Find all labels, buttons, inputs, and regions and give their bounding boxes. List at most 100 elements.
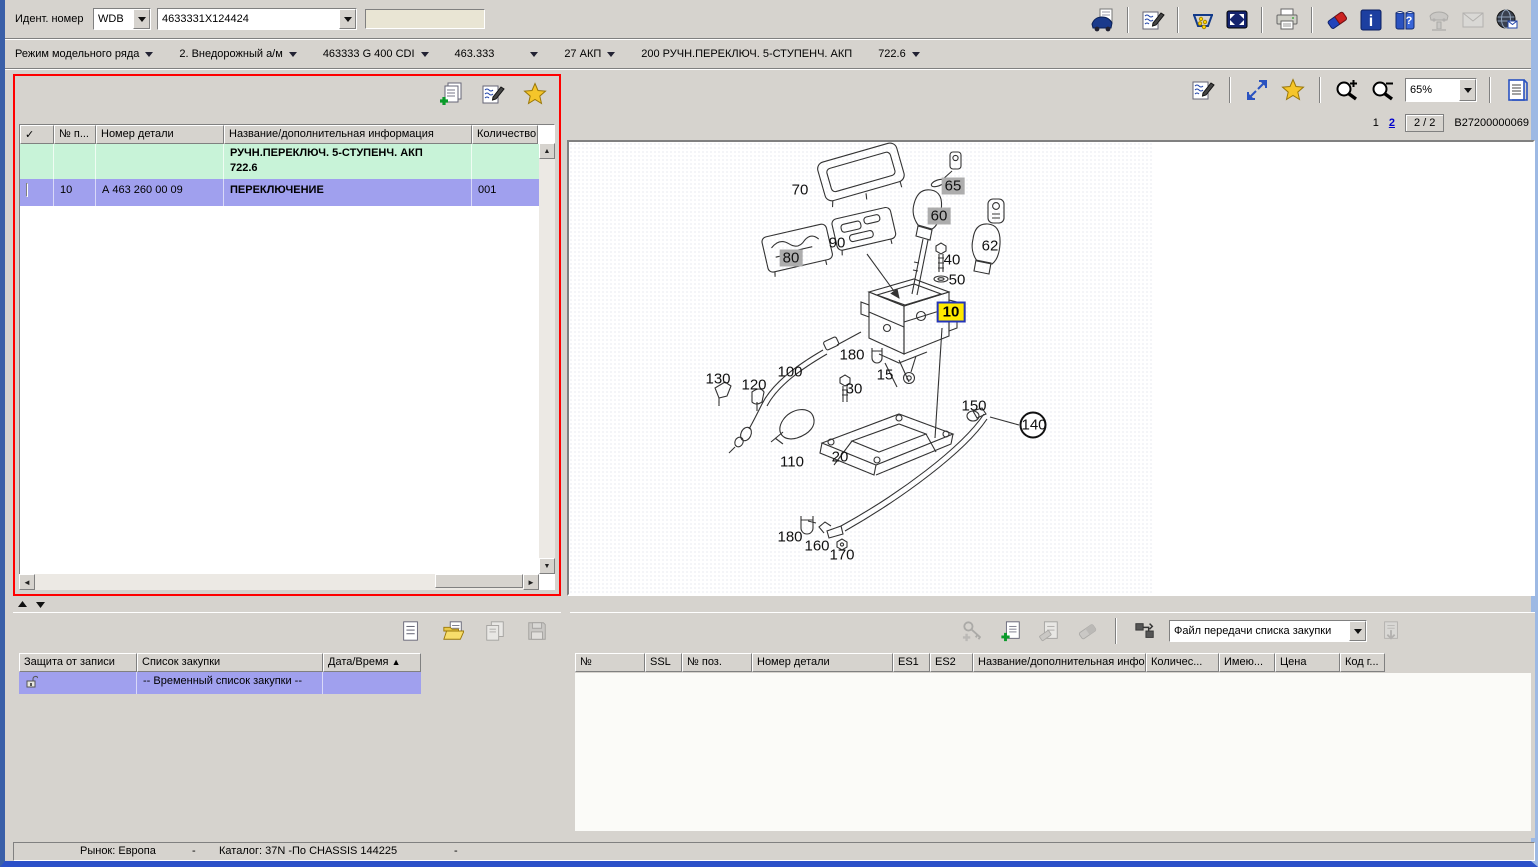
col-es1[interactable]: ES1 [893,653,930,672]
model-range-mode-dropdown[interactable]: Режим модельного ряда [15,48,153,60]
zoom-out-icon[interactable] [1369,76,1397,104]
wmi-select-dropdown-button[interactable] [133,9,150,29]
diagram-callout-65[interactable]: 65 [942,178,965,195]
horizontal-splitter[interactable] [13,600,1535,611]
chevron-down-icon [344,17,352,22]
diagram-callout-140[interactable]: 140 [1020,412,1047,439]
col-quantity[interactable]: Количес... [1146,653,1219,672]
notes-edit-icon[interactable] [1189,76,1217,104]
transmission-dropdown[interactable]: 722.6 [878,48,920,60]
favorites-star-icon[interactable] [1279,76,1307,104]
splitter-up-icon[interactable] [17,600,28,609]
zoom-dropdown-button[interactable] [1459,79,1476,101]
vehicle-class-dropdown[interactable]: 2. Внедорожный а/м [179,48,296,60]
model-code-dropdown[interactable]: 463.333 [455,48,539,60]
diagram-callout-130[interactable]: 130 [705,371,730,388]
diagram-canvas[interactable]: 70 65 60 62 90 80 40 50 10 180 15 100 130 120 30 20 110 1… [567,140,1535,596]
workshop-lift-icon [1425,6,1453,34]
fit-image-icon[interactable] [1243,76,1271,104]
diagram-callout-180[interactable]: 180 [777,529,802,546]
open-list-icon[interactable] [439,617,467,645]
col-name[interactable]: Название/дополнительная информ... [973,653,1146,672]
col-check[interactable]: ✓ [20,125,54,144]
print-icon[interactable] [1273,6,1301,34]
export-send-icon[interactable] [1493,6,1521,34]
scroll-left-button[interactable]: ◄ [19,574,35,590]
col-write-protect[interactable]: Защита от записи [19,653,137,672]
model-dropdown[interactable]: 463333 G 400 CDI [323,48,429,60]
scroll-down-button[interactable]: ▼ [539,558,555,574]
diagram-callout-62[interactable]: 62 [982,238,999,255]
help-book-icon[interactable]: ? [1391,6,1419,34]
diagram-callout-70[interactable]: 70 [792,182,809,199]
col-price[interactable]: Цена [1275,653,1340,672]
fullscreen-icon[interactable] [1223,6,1251,34]
diagram-callout-20[interactable]: 20 [832,449,849,466]
erase-icon[interactable] [1323,6,1351,34]
col-name[interactable]: Название/дополнительная информация [224,125,472,144]
col-part-number[interactable]: Номер детали [752,653,893,672]
vin-dropdown-button[interactable] [339,9,356,29]
add-item-icon[interactable] [997,617,1025,645]
diagram-callout-40[interactable]: 40 [944,252,961,269]
col-no[interactable]: № [575,653,645,672]
table-row[interactable]: -- Временный список закупки -- [19,672,421,694]
col-ssl[interactable]: SSL [645,653,682,672]
col-es2[interactable]: ES2 [930,653,973,672]
chevron-down-icon [421,52,429,57]
col-list-name[interactable]: Список закупки [137,653,323,672]
wmi-select[interactable]: WDB [93,8,151,30]
scroll-right-button[interactable]: ► [523,574,539,590]
diagram-callout-60[interactable]: 60 [928,208,951,225]
diagram-callout-80[interactable]: 80 [780,250,803,267]
add-to-list-icon[interactable] [437,80,465,108]
page-link-2-current[interactable]: 2 [1389,117,1395,129]
chevron-down-icon [530,52,538,57]
group-dropdown[interactable]: 27 АКП [564,48,615,60]
transfer-icon[interactable] [1131,617,1159,645]
row-name: ПЕРЕКЛЮЧЕНИЕ [224,179,472,206]
transfer-target-select[interactable]: Файл передачи списка закупки [1169,620,1367,642]
diagram-callout-160[interactable]: 160 [804,538,829,555]
diagram-callout-170[interactable]: 170 [829,547,854,564]
scrollbar-thumb[interactable] [435,574,523,588]
vin-combobox[interactable]: 4633331X124424 [157,8,357,30]
horizontal-scrollbar[interactable]: ◄ ► [19,574,539,590]
page-link-1[interactable]: 1 [1373,117,1379,129]
favorites-star-icon[interactable] [521,80,549,108]
page-list-icon[interactable] [1503,76,1531,104]
new-list-icon[interactable] [397,617,425,645]
splitter-down-icon[interactable] [35,600,46,609]
col-have[interactable]: Имею... [1219,653,1275,672]
notes-edit-icon[interactable] [1139,6,1167,34]
diagram-callout-110[interactable]: 110 [780,454,804,471]
row-checkbox[interactable] [26,183,28,197]
notes-edit-icon[interactable] [479,80,507,108]
diagram-callout-15[interactable]: 15 [877,367,894,384]
transfer-dropdown-button[interactable] [1349,621,1366,641]
zoom-in-icon[interactable] [1333,76,1361,104]
diagram-callout-150[interactable]: 150 [961,398,986,415]
diagram-callout-100[interactable]: 100 [777,364,802,381]
parts-basket-icon[interactable] [1189,6,1217,34]
vehicle-datacard-icon[interactable] [1089,6,1117,34]
diagram-callout-10[interactable]: 10 [937,302,966,323]
scroll-up-button[interactable]: ▲ [539,143,555,159]
diagram-callout-30[interactable]: 30 [846,381,863,398]
col-datetime[interactable]: Дата/Время ▲ [323,653,421,672]
col-part-number[interactable]: Номер детали [96,125,224,144]
diagram-callout-90[interactable]: 90 [829,235,846,252]
vin-value[interactable]: 4633331X124424 [158,9,339,29]
col-pos[interactable]: № поз. [682,653,752,672]
col-pos[interactable]: № п... [54,125,96,144]
info-icon[interactable]: i [1357,6,1385,34]
vertical-scrollbar[interactable]: ▲ ▼ [539,143,555,574]
diagram-callout-180[interactable]: 180 [839,347,864,364]
diagram-callout-50[interactable]: 50 [949,272,966,289]
diagram-callout-120[interactable]: 120 [741,377,766,394]
col-code[interactable]: Код г... [1340,653,1385,672]
zoom-level-select[interactable]: 65% [1405,78,1477,102]
col-qty[interactable]: Количество [472,125,538,144]
table-row[interactable]: 10 А 463 260 00 09 ПЕРЕКЛЮЧЕНИЕ 001 [20,179,554,206]
model-line-bar: Режим модельного ряда 2. Внедорожный а/м… [5,40,1531,69]
